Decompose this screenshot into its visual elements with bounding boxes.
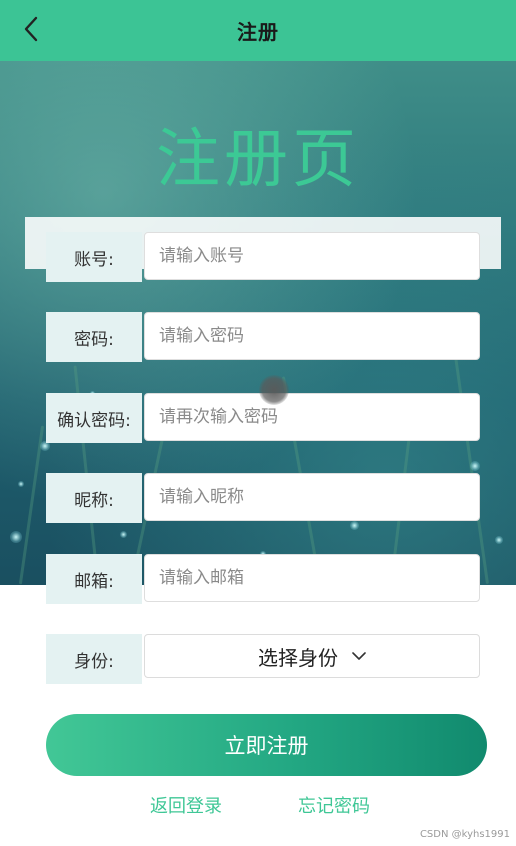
page-heading: 注册页 bbox=[156, 123, 360, 197]
touch-cursor bbox=[259, 375, 289, 405]
confirm-password-input[interactable] bbox=[144, 393, 480, 441]
back-to-login-link[interactable]: 返回登录 bbox=[150, 792, 222, 818]
identity-select[interactable]: 选择身份 bbox=[144, 634, 480, 678]
confirm-password-label: 确认密码: bbox=[46, 393, 142, 443]
email-row: 邮箱: bbox=[46, 554, 480, 604]
email-label: 邮箱: bbox=[46, 554, 142, 604]
identity-label: 身份: bbox=[46, 634, 142, 684]
password-label: 密码: bbox=[46, 312, 142, 362]
forgot-password-link[interactable]: 忘记密码 bbox=[298, 792, 370, 818]
register-button[interactable]: 立即注册 bbox=[46, 714, 487, 776]
sparkle bbox=[470, 461, 480, 471]
sparkle bbox=[18, 481, 24, 487]
account-row: 账号: bbox=[46, 232, 480, 282]
password-row: 密码: bbox=[46, 312, 480, 362]
account-label: 账号: bbox=[46, 232, 142, 282]
nickname-label: 昵称: bbox=[46, 473, 142, 523]
watermark: CSDN @kyhs1991 bbox=[419, 829, 510, 840]
sparkle bbox=[495, 536, 503, 544]
header-title: 注册 bbox=[237, 20, 279, 44]
chevron-down-icon bbox=[352, 651, 366, 661]
identity-row: 身份: 选择身份 bbox=[46, 634, 480, 684]
email-input[interactable] bbox=[144, 554, 480, 602]
identity-selected-value: 选择身份 bbox=[258, 645, 338, 670]
nickname-row: 昵称: bbox=[46, 473, 480, 523]
sparkle bbox=[10, 531, 22, 543]
app-header: 注册 bbox=[0, 0, 516, 61]
password-input[interactable] bbox=[144, 312, 480, 360]
nickname-input[interactable] bbox=[144, 473, 480, 521]
sparkle bbox=[120, 531, 127, 538]
account-input[interactable] bbox=[144, 232, 480, 280]
back-icon[interactable] bbox=[18, 16, 44, 42]
